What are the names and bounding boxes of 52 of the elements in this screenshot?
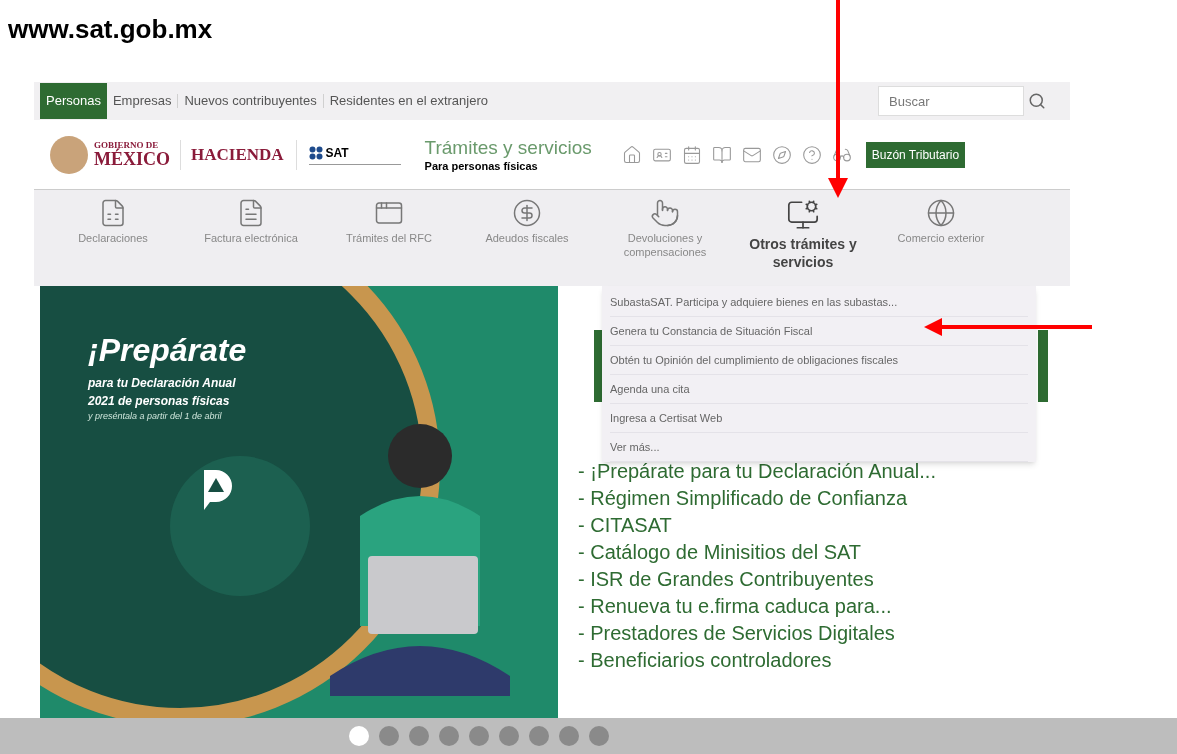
dropdown-item[interactable]: Ingresa a Certisat Web <box>610 409 723 427</box>
news-link[interactable]: - Beneficiarios controladores <box>578 647 832 674</box>
mailbox-button[interactable]: Buzón Tributario <box>865 141 966 168</box>
audience-tab[interactable]: Empresas <box>106 83 178 119</box>
audience-tab[interactable]: Nuevos contribuyentes <box>178 83 323 119</box>
monitor-icon <box>786 198 820 232</box>
dropdown-item[interactable]: SubastaSAT. Participa y adquiere bienes en las subastas... <box>610 293 898 311</box>
help-icon[interactable] <box>801 144 822 165</box>
globe-icon <box>926 198 956 228</box>
news-link[interactable]: - Régimen Simplificado de Confianza <box>578 485 908 512</box>
news-link[interactable]: - Renueva tu e.firma caduca para... <box>578 593 892 620</box>
news-link[interactable]: - ¡Prepárate para tu Declaración Anual... <box>578 458 936 485</box>
news-link[interactable]: - Prestadores de Servicios Digitales <box>578 620 895 647</box>
nav-item[interactable]: Comercio exterior <box>872 198 1010 246</box>
news-link[interactable]: - ISR de Grandes Contribuyentes <box>578 566 874 593</box>
banner-text: 2021 de personas físicas <box>88 393 231 410</box>
banner-text: para tu Declaración Anual <box>88 375 237 392</box>
audience-tab[interactable]: Personas <box>40 83 107 119</box>
promo-banner[interactable]: ¡Prepárate para tu Declaración Anual 2021 de personas físicas y preséntala a partir del 1 de abril <box>40 286 558 718</box>
news-link[interactable]: - CITASAT <box>578 512 672 539</box>
dropdown-item[interactable]: Agenda una cita <box>610 380 690 398</box>
banner-headline: ¡Prepárate <box>88 331 247 370</box>
section-title: Trámites y servicios <box>424 135 592 160</box>
pointer-hand-icon <box>650 198 680 228</box>
calendar-icon[interactable] <box>681 144 702 165</box>
dropdown-item[interactable]: Ver más... <box>610 438 660 456</box>
logo-text: MÉXICO <box>94 150 170 168</box>
search-icon[interactable] <box>1028 92 1046 110</box>
dropdown-item[interactable]: Obtén tu Opinión del cumplimiento de obligaciones fiscales <box>610 351 898 369</box>
audience-tab[interactable]: Residentes en el extranjero <box>323 83 494 119</box>
logo-text: HACIENDA <box>191 143 284 166</box>
book-icon[interactable] <box>711 144 732 165</box>
search-field[interactable]: Buscar <box>878 86 1024 116</box>
dropdown-item[interactable]: Genera tu Constancia de Situación Fiscal <box>610 322 813 340</box>
logo-text: SAT <box>325 145 349 162</box>
section-subtitle: Para personas físicas <box>424 159 539 174</box>
nav-item[interactable]: Otros trámites y servicios <box>734 198 872 271</box>
nav-item[interactable]: Declaraciones <box>44 198 182 246</box>
news-link[interactable]: - Catálogo de Minisitios del SAT <box>578 539 862 566</box>
compass-icon[interactable] <box>771 144 792 165</box>
logo-text: GOBIERNO DE <box>94 141 159 150</box>
banner-text: y preséntala a partir del 1 de abril <box>88 410 223 423</box>
home-icon[interactable] <box>621 144 642 165</box>
sat-logo-icon <box>308 146 323 160</box>
nav-item[interactable]: Factura electrónica <box>182 198 320 246</box>
coin-icon <box>512 198 542 228</box>
nav-item[interactable]: Adeudos fiscales <box>458 198 596 246</box>
nav-item[interactable]: Trámites del RFC <box>320 198 458 246</box>
nav-item[interactable]: Devoluciones y compensaciones <box>596 198 734 260</box>
panel-edge-bar <box>1038 330 1048 402</box>
seal-icon <box>50 135 88 174</box>
page-title: www.sat.gob.mx <box>8 14 213 44</box>
